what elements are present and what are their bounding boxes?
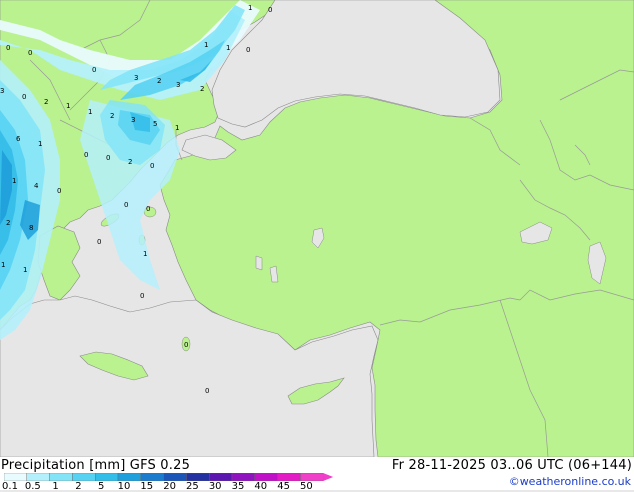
value-label: 0 [146, 205, 150, 213]
value-label: 1 [38, 140, 42, 148]
scale-label: 1 [52, 481, 59, 492]
value-label: 1 [175, 124, 179, 132]
scale-label: 25 [186, 481, 199, 492]
scale-swatch [26, 473, 50, 481]
value-label: 0 [205, 387, 209, 395]
scale-label: 0.5 [24, 481, 41, 492]
value-label: 2 [200, 85, 204, 93]
scale-arrow [323, 473, 334, 481]
value-label: 1 [66, 102, 70, 110]
scale-label: 20 [163, 481, 176, 492]
weather-map-view: 1 0 1 1 0 0 0 0 3 2 3 2 3 0 2 1 1 2 3 5 … [0, 0, 634, 492]
value-label: 0 [92, 66, 96, 74]
map-footer: Precipitation [mm] GFS 0.25 Fr 28-11-202… [0, 457, 634, 492]
scale-label: 50 [300, 481, 313, 492]
value-label: 2 [128, 158, 132, 166]
value-label: 2 [110, 112, 114, 120]
value-label: 0 [184, 341, 188, 349]
lake-egirdir [255, 255, 263, 271]
scale-swatch [117, 473, 141, 481]
scale-label: 2 [75, 481, 82, 492]
scale-swatch [4, 473, 27, 481]
value-label: 0 [97, 238, 101, 246]
scale-swatch [49, 473, 73, 481]
scale-swatch [254, 473, 278, 481]
scale-label: 15 [140, 481, 154, 492]
scale-label: 35 [231, 481, 245, 492]
scale-label: 10 [117, 481, 131, 492]
scale-swatch [140, 473, 164, 481]
scale-label: 40 [254, 481, 268, 492]
value-label: 8 [29, 224, 33, 232]
map-title: Precipitation [mm] GFS 0.25 [1, 458, 191, 473]
scale-label: 0.1 [2, 481, 18, 492]
value-label: 0 [150, 162, 154, 170]
valid-time: Fr 28-11-2025 03..06 UTC (06+144) [391, 458, 632, 473]
value-label: 0 [106, 154, 110, 162]
scale-swatch [277, 473, 301, 481]
value-label: 3 [0, 87, 4, 95]
scale-label: 45 [277, 481, 290, 492]
value-label: 0 [6, 44, 10, 52]
value-label: 0 [124, 201, 128, 209]
value-label: 0 [84, 151, 88, 159]
value-label: 1 [226, 44, 230, 52]
value-label: 2 [6, 219, 10, 227]
value-label: 1 [88, 108, 92, 116]
value-label: 3 [134, 74, 138, 82]
scale-label: 5 [98, 481, 105, 492]
value-label: 1 [1, 261, 5, 269]
value-label: 0 [140, 292, 144, 300]
value-label: 1 [204, 41, 208, 49]
value-label: 3 [176, 81, 180, 89]
value-label: 1 [143, 250, 147, 258]
precipitation-map: 1 0 1 1 0 0 0 0 3 2 3 2 3 0 2 1 1 2 3 5 … [0, 0, 634, 457]
scale-swatch [208, 473, 233, 481]
scale-swatch [94, 473, 119, 481]
scale-swatch [72, 473, 96, 481]
scale-swatch [186, 473, 210, 481]
value-label: 3 [131, 116, 135, 124]
scale-swatch [163, 473, 187, 481]
scale-swatch [231, 473, 255, 481]
value-label: 0 [28, 49, 32, 57]
scale-label: 30 [208, 481, 222, 492]
credit-link[interactable]: ©weatheronline.co.uk [509, 475, 631, 488]
value-label: 1 [12, 177, 16, 185]
value-label: 0 [268, 6, 272, 14]
value-label: 0 [246, 46, 250, 54]
value-label: 0 [57, 187, 61, 195]
value-label: 2 [44, 98, 48, 106]
value-label: 2 [157, 77, 161, 85]
value-label: 1 [248, 4, 252, 12]
scale-swatch [300, 473, 324, 481]
value-label: 6 [16, 135, 21, 143]
value-label: 1 [23, 266, 27, 274]
color-scale-bar [4, 473, 334, 481]
value-label: 0 [22, 93, 26, 101]
value-label: 5 [153, 120, 157, 128]
value-label: 4 [34, 182, 39, 190]
